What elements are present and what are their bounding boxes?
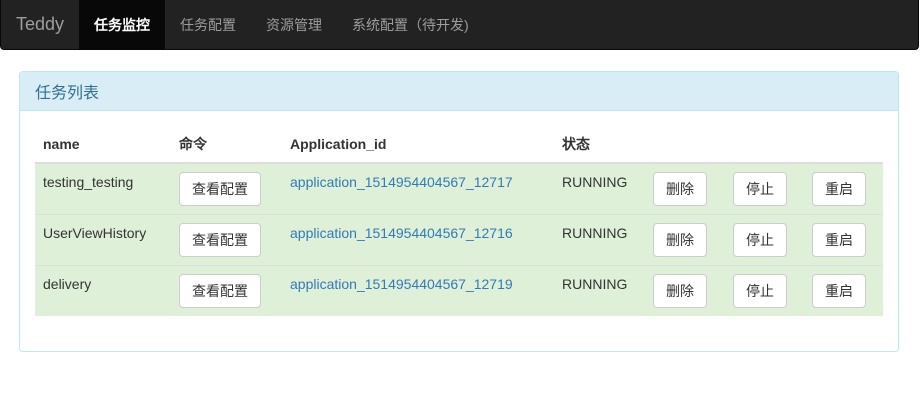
table-row: UserViewHistory 查看配置 application_1514954… (35, 213, 883, 265)
application-id-link[interactable]: application_1514954404567_12719 (290, 276, 513, 292)
task-name: delivery (35, 264, 171, 316)
view-config-button[interactable]: 查看配置 (179, 222, 261, 257)
delete-button[interactable]: 删除 (653, 171, 707, 206)
view-config-button[interactable]: 查看配置 (179, 171, 261, 206)
stop-button[interactable]: 停止 (733, 273, 787, 308)
column-header-restart (804, 126, 883, 164)
delete-button[interactable]: 删除 (653, 222, 707, 257)
stop-button[interactable]: 停止 (733, 222, 787, 257)
task-name: UserViewHistory (35, 213, 171, 265)
task-status: RUNNING (554, 213, 645, 265)
nav-item-task-config[interactable]: 任务配置 (165, 0, 251, 49)
brand-logo[interactable]: Teddy (1, 0, 79, 49)
top-navbar: Teddy 任务监控 任务配置 资源管理 系统配置（待开发) (0, 0, 919, 50)
restart-button[interactable]: 重启 (812, 273, 866, 308)
application-id-link[interactable]: application_1514954404567_12717 (290, 174, 513, 190)
column-header-status: 状态 (554, 126, 645, 164)
task-status: RUNNING (554, 264, 645, 316)
panel-title: 任务列表 (20, 72, 898, 111)
application-id-link[interactable]: application_1514954404567_12716 (290, 225, 513, 241)
column-header-stop (725, 126, 804, 164)
table-header-row: name 命令 Application_id 状态 (35, 126, 883, 164)
task-list-panel: 任务列表 name 命令 Application_id 状态 testing_t… (19, 71, 899, 352)
view-config-button[interactable]: 查看配置 (179, 273, 261, 308)
column-header-name: name (35, 126, 171, 164)
column-header-application-id: Application_id (282, 126, 554, 164)
task-status: RUNNING (554, 162, 645, 214)
table-row: delivery 查看配置 application_1514954404567_… (35, 264, 883, 316)
restart-button[interactable]: 重启 (812, 222, 866, 257)
nav-item-system-config[interactable]: 系统配置（待开发) (337, 0, 484, 49)
stop-button[interactable]: 停止 (733, 171, 787, 206)
task-table: name 命令 Application_id 状态 testing_testin… (35, 126, 883, 316)
restart-button[interactable]: 重启 (812, 171, 866, 206)
nav-item-resource-management[interactable]: 资源管理 (251, 0, 337, 49)
column-header-command: 命令 (171, 126, 282, 164)
column-header-delete (645, 126, 725, 164)
task-name: testing_testing (35, 162, 171, 214)
delete-button[interactable]: 删除 (653, 273, 707, 308)
table-row: testing_testing 查看配置 application_1514954… (35, 162, 883, 214)
nav-item-task-monitor[interactable]: 任务监控 (79, 0, 166, 49)
